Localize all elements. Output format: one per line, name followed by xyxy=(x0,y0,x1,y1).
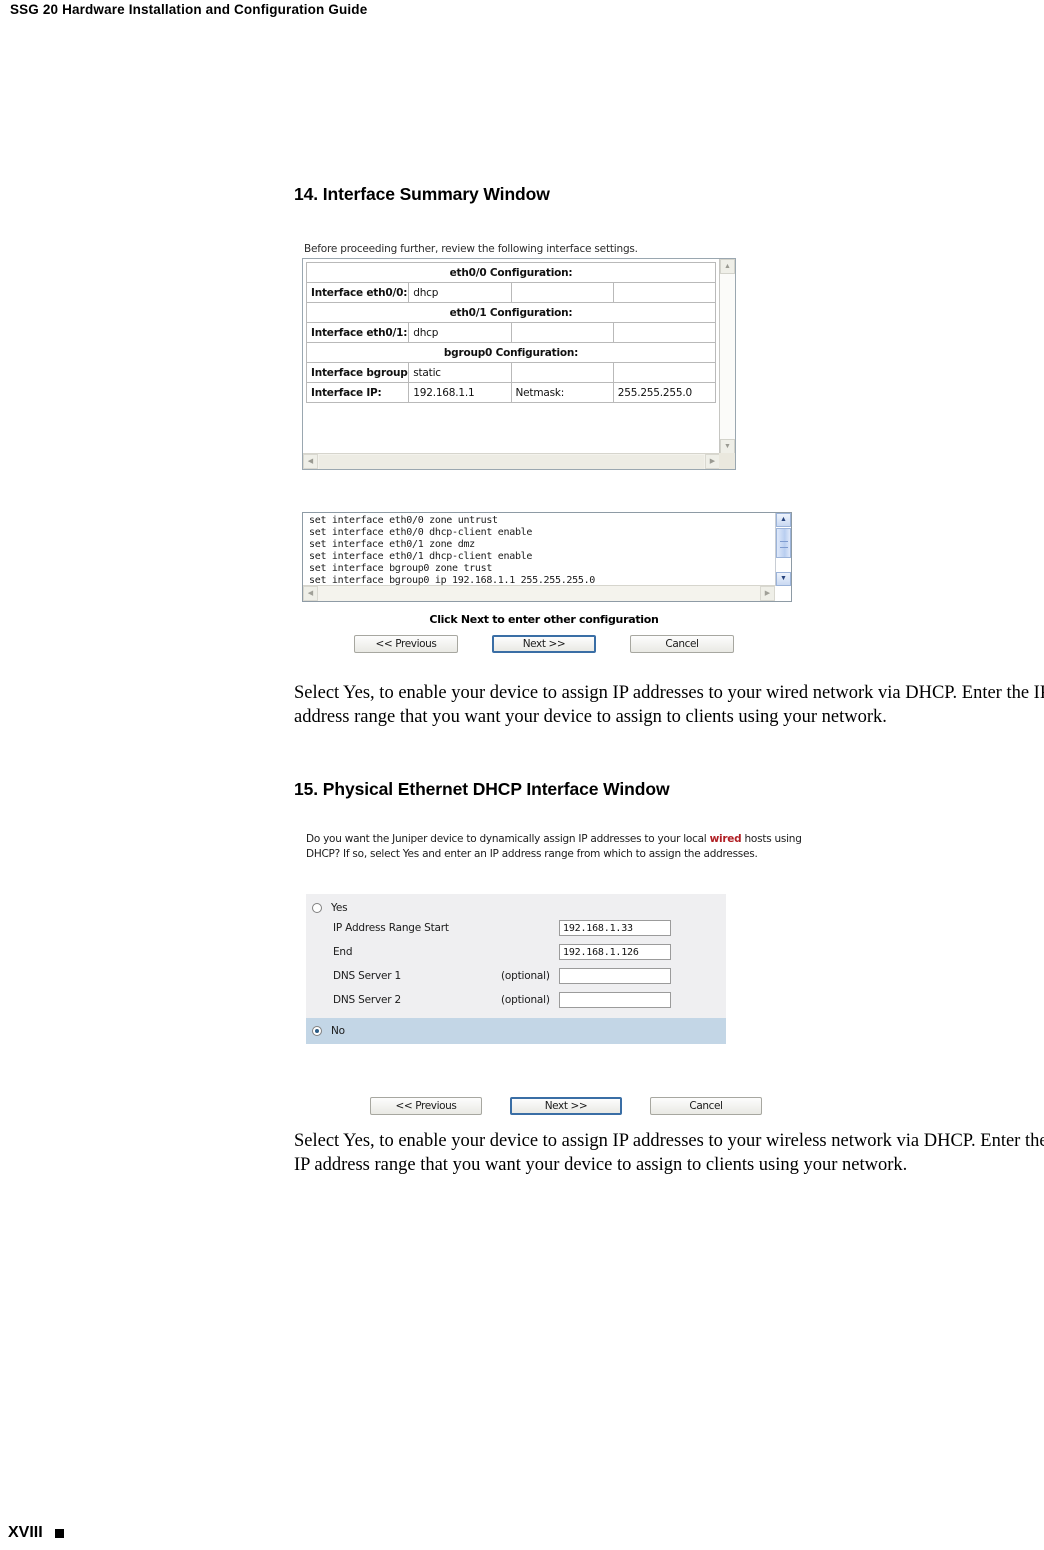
table-cell-label: Interface IP: xyxy=(305,382,410,403)
dhcp-yes-block: Yes IP Address Range Start 192.168.1.33 … xyxy=(306,894,726,1018)
dhcp-options-panel: Yes IP Address Range Start 192.168.1.33 … xyxy=(306,894,726,1044)
figure-physical-ethernet-dhcp-window: Do you want the Juniper device to dynami… xyxy=(296,832,836,1122)
table-section-header: bgroup0 Configuration: xyxy=(306,342,716,363)
cli-commands-text: set interface eth0/0 zone untrust set in… xyxy=(309,515,596,586)
summary-hscroll-track[interactable] xyxy=(319,455,704,469)
dhcp-option-yes-label: Yes xyxy=(331,901,348,914)
previous-button[interactable]: << Previous xyxy=(354,635,458,653)
dhcp-option-yes[interactable]: Yes xyxy=(306,899,726,916)
summary-horizontal-scrollbar[interactable]: ◀ ▶ xyxy=(303,453,720,469)
section-heading-14: 14. Interface Summary Window xyxy=(294,184,550,204)
interface-summary-scroll-content: eth0/0 Configuration: Interface eth0/0: … xyxy=(303,259,720,454)
table-cell-value: dhcp xyxy=(408,282,512,303)
body-paragraph-14: Select Yes, to enable your device to ass… xyxy=(294,683,1044,727)
summary-intro-text: Before proceeding further, review the fo… xyxy=(304,243,638,255)
table-cell-mid xyxy=(510,282,614,303)
field-row-ip-range-start: IP Address Range Start 192.168.1.33 xyxy=(306,916,726,940)
table-row: Interface IP: 192.168.1.1 Netmask: 255.2… xyxy=(305,382,717,403)
table-row: Interface bgroup0: static xyxy=(305,362,717,383)
running-header: SSG 20 Hardware Installation and Configu… xyxy=(10,2,368,17)
field-row-ip-range-end: End 192.168.1.126 xyxy=(306,940,726,964)
table-cell-mid xyxy=(510,362,614,383)
field-row-dns-server-1: DNS Server 1 (optional) xyxy=(306,964,726,988)
summary-button-row: << Previous Next >> Cancel xyxy=(294,635,794,653)
scroll-up-arrow-icon[interactable]: ▲ xyxy=(720,259,735,274)
table-row: eth0/0 Configuration: xyxy=(306,262,716,283)
scroll-right-arrow-icon[interactable]: ▶ xyxy=(705,454,720,469)
table-row: eth0/1 Configuration: xyxy=(306,302,716,323)
table-row: Interface eth0/0: dhcp xyxy=(305,282,717,303)
cli-scroll-thumb[interactable] xyxy=(776,528,791,558)
table-cell-label: Interface eth0/0: xyxy=(305,282,410,303)
field-row-dns-server-2: DNS Server 2 (optional) xyxy=(306,988,726,1012)
scrollbar-corner xyxy=(719,453,735,469)
table-cell-value: 192.168.1.1 xyxy=(408,382,512,403)
table-section-header: eth0/1 Configuration: xyxy=(306,302,716,323)
table-cell-value: dhcp xyxy=(408,322,512,343)
footer-square-icon xyxy=(54,1528,64,1538)
next-button[interactable]: Next >> xyxy=(492,635,596,653)
dns-server-2-input[interactable] xyxy=(559,992,671,1008)
dhcp-button-row: << Previous Next >> Cancel xyxy=(296,1097,836,1115)
scroll-up-arrow-icon[interactable]: ▲ xyxy=(776,513,791,527)
table-row: bgroup0 Configuration: xyxy=(306,342,716,363)
field-optional-note: (optional) xyxy=(501,994,550,1006)
ip-range-end-input[interactable]: 192.168.1.126 xyxy=(559,944,671,960)
previous-button[interactable]: << Previous xyxy=(370,1097,482,1115)
interface-settings-table: eth0/0 Configuration: Interface eth0/0: … xyxy=(305,262,717,403)
table-cell-label: Interface eth0/1: xyxy=(305,322,410,343)
field-label: End xyxy=(333,946,353,958)
cli-vertical-scrollbar[interactable]: ▲ ▼ xyxy=(775,513,791,586)
table-cell-last xyxy=(612,362,717,383)
table-row: Interface eth0/1: dhcp xyxy=(305,322,717,343)
dns-server-1-input[interactable] xyxy=(559,968,671,984)
dhcp-option-no-label: No xyxy=(331,1024,345,1037)
table-cell-last xyxy=(612,282,717,303)
scroll-right-arrow-icon[interactable]: ▶ xyxy=(760,586,775,601)
field-label: DNS Server 2 xyxy=(333,994,401,1006)
table-cell-label: Interface bgroup0: xyxy=(305,362,410,383)
scroll-left-arrow-icon[interactable]: ◀ xyxy=(303,586,318,601)
section-heading-15: 15. Physical Ethernet DHCP Interface Win… xyxy=(294,779,670,799)
dhcp-question-part1: Do you want the Juniper device to dynami… xyxy=(306,833,710,845)
cancel-button[interactable]: Cancel xyxy=(630,635,734,653)
table-cell-last xyxy=(612,322,717,343)
radio-no-icon[interactable] xyxy=(312,1025,322,1036)
next-button[interactable]: Next >> xyxy=(510,1097,622,1115)
summary-vertical-scrollbar[interactable]: ▲ ▼ xyxy=(719,259,735,454)
dhcp-option-no[interactable]: No xyxy=(306,1022,726,1039)
ip-range-start-input[interactable]: 192.168.1.33 xyxy=(559,920,671,936)
field-optional-note: (optional) xyxy=(501,970,550,982)
field-label: DNS Server 1 xyxy=(333,970,401,982)
table-cell-last: 255.255.255.0 xyxy=(612,382,717,403)
page-footer: XVIII xyxy=(8,1524,64,1542)
cli-horizontal-scrollbar[interactable]: ◀ ▶ xyxy=(303,585,775,601)
table-cell-mid xyxy=(510,322,614,343)
click-next-prompt: Click Next to enter other configuration xyxy=(429,613,659,626)
cancel-button[interactable]: Cancel xyxy=(650,1097,762,1115)
cli-commands-box: set interface eth0/0 zone untrust set in… xyxy=(302,512,792,602)
scroll-down-arrow-icon[interactable]: ▼ xyxy=(720,439,735,454)
figure-interface-summary-window: Before proceeding further, review the fo… xyxy=(294,241,794,661)
dhcp-question-highlight: wired xyxy=(709,833,742,845)
table-cell-value: static xyxy=(408,362,512,383)
scroll-down-arrow-icon[interactable]: ▼ xyxy=(776,572,791,586)
dhcp-no-block: No xyxy=(306,1018,726,1044)
interface-summary-pane: eth0/0 Configuration: Interface eth0/0: … xyxy=(302,258,736,470)
body-paragraph-15: Select Yes, to enable your device to ass… xyxy=(294,1131,1044,1175)
dhcp-question-text: Do you want the Juniper device to dynami… xyxy=(306,832,834,861)
field-label: IP Address Range Start xyxy=(333,922,449,934)
table-cell-mid: Netmask: xyxy=(510,382,614,403)
page-number: XVIII xyxy=(8,1524,43,1541)
table-section-header: eth0/0 Configuration: xyxy=(306,262,716,283)
scroll-left-arrow-icon[interactable]: ◀ xyxy=(303,454,318,469)
radio-yes-icon[interactable] xyxy=(312,902,322,913)
